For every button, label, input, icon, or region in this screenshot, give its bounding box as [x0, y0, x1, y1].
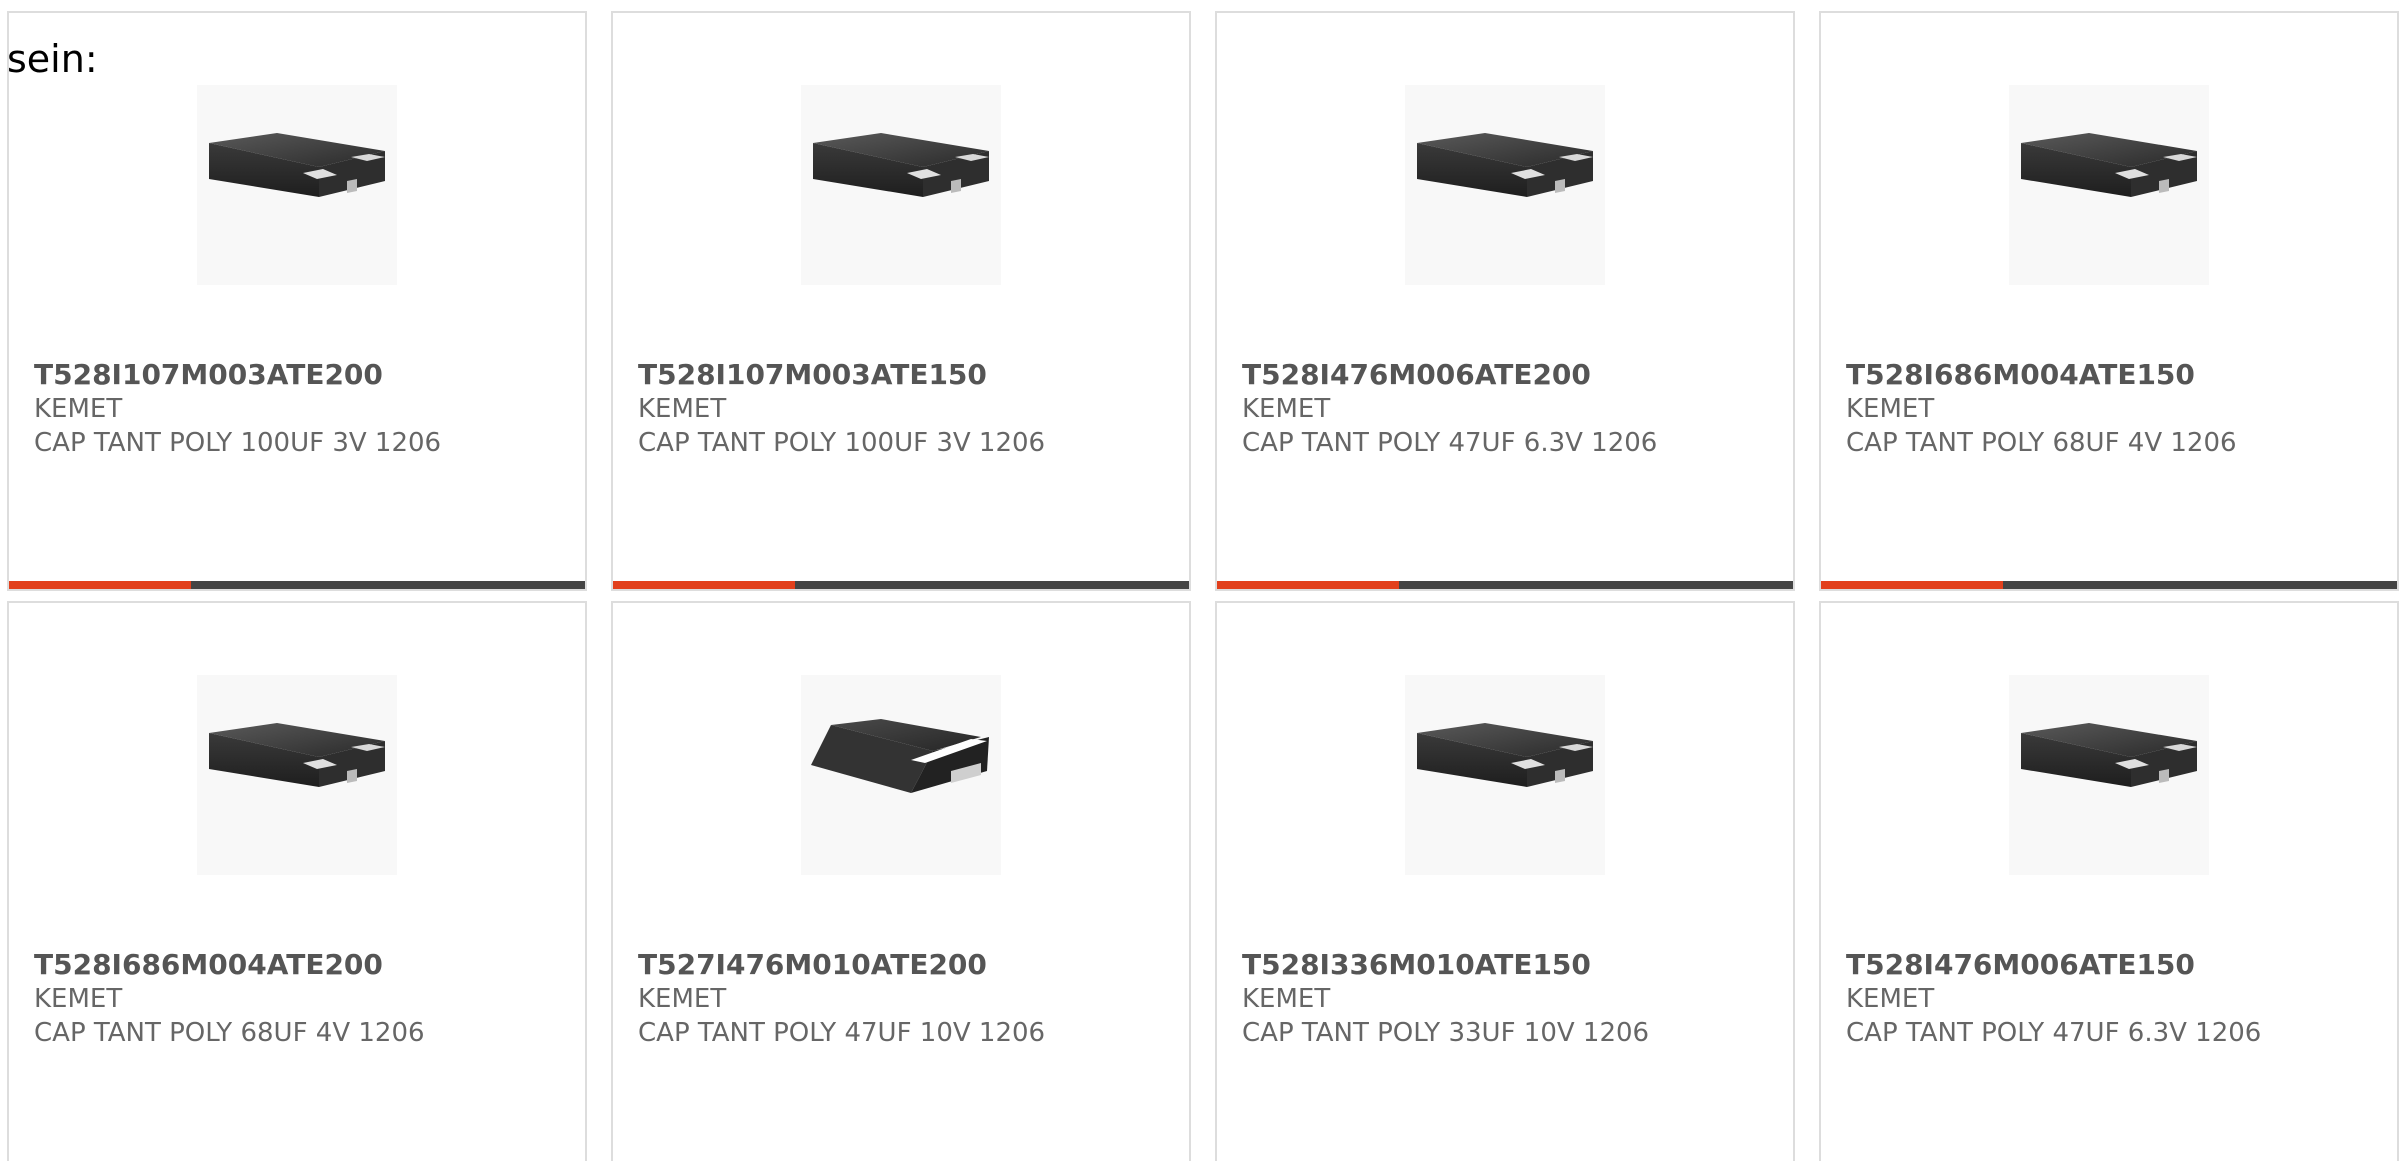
- card-accent-bar: [613, 581, 795, 589]
- card-bottom-bar: [1217, 581, 1793, 589]
- capacitor-flat-icon: [2009, 675, 2209, 875]
- product-card[interactable]: T528I476M006ATE200 KEMET CAP TANT POLY 4…: [1215, 11, 1795, 591]
- capacitor-wedge-icon: [801, 675, 1001, 875]
- capacitor-flat-icon: [1405, 675, 1605, 875]
- description: CAP TANT POLY 47UF 10V 1206: [638, 1018, 1046, 1048]
- part-number: T528I686M004ATE200: [34, 948, 383, 981]
- product-card[interactable]: T528I107M003ATE150 KEMET CAP TANT POLY 1…: [611, 11, 1191, 591]
- product-card[interactable]: T528I336M010ATE150 KEMET CAP TANT POLY 3…: [1215, 601, 1795, 1161]
- manufacturer: KEMET: [34, 984, 123, 1014]
- card-bottom-bar: [613, 581, 1189, 589]
- product-card[interactable]: T528I686M004ATE200 KEMET CAP TANT POLY 6…: [7, 601, 587, 1161]
- part-number: T528I686M004ATE150: [1846, 358, 2195, 391]
- manufacturer: KEMET: [34, 394, 123, 424]
- description: CAP TANT POLY 47UF 6.3V 1206: [1242, 428, 1658, 458]
- capacitor-flat-icon: [1405, 85, 1605, 285]
- part-number: T528I476M006ATE200: [1242, 358, 1591, 391]
- manufacturer: KEMET: [638, 394, 727, 424]
- manufacturer: KEMET: [1242, 394, 1331, 424]
- product-card[interactable]: T528I107M003ATE200 KEMET CAP TANT POLY 1…: [7, 11, 587, 591]
- part-number: T528I476M006ATE150: [1846, 948, 2195, 981]
- capacitor-flat-icon: [2009, 85, 2209, 285]
- description: CAP TANT POLY 47UF 6.3V 1206: [1846, 1018, 2262, 1048]
- card-bottom-bar: [1821, 581, 2397, 589]
- product-card[interactable]: T528I686M004ATE150 KEMET CAP TANT POLY 6…: [1819, 11, 2399, 591]
- capacitor-flat-icon: [197, 85, 397, 285]
- card-accent-bar: [1821, 581, 2003, 589]
- product-grid-page: sein: T528I107M003ATE200 KEMET CAP TANT …: [0, 0, 2400, 1161]
- description: CAP TANT POLY 33UF 10V 1206: [1242, 1018, 1650, 1048]
- manufacturer: KEMET: [1846, 394, 1935, 424]
- card-bottom-bar: [9, 581, 585, 589]
- description: CAP TANT POLY 100UF 3V 1206: [638, 428, 1046, 458]
- description: CAP TANT POLY 68UF 4V 1206: [1846, 428, 2237, 458]
- part-number: T528I107M003ATE200: [34, 358, 383, 391]
- description: CAP TANT POLY 68UF 4V 1206: [34, 1018, 425, 1048]
- description: CAP TANT POLY 100UF 3V 1206: [34, 428, 442, 458]
- product-card[interactable]: T528I476M006ATE150 KEMET CAP TANT POLY 4…: [1819, 601, 2399, 1161]
- product-card[interactable]: T527I476M010ATE200 KEMET CAP TANT POLY 4…: [611, 601, 1191, 1161]
- manufacturer: KEMET: [1242, 984, 1331, 1014]
- manufacturer: KEMET: [1846, 984, 1935, 1014]
- capacitor-flat-icon: [197, 675, 397, 875]
- part-number: T528I107M003ATE150: [638, 358, 987, 391]
- part-number: T527I476M010ATE200: [638, 948, 987, 981]
- capacitor-flat-icon: [801, 85, 1001, 285]
- card-accent-bar: [9, 581, 191, 589]
- card-accent-bar: [1217, 581, 1399, 589]
- part-number: T528I336M010ATE150: [1242, 948, 1591, 981]
- manufacturer: KEMET: [638, 984, 727, 1014]
- lead-text: sein:: [7, 37, 98, 81]
